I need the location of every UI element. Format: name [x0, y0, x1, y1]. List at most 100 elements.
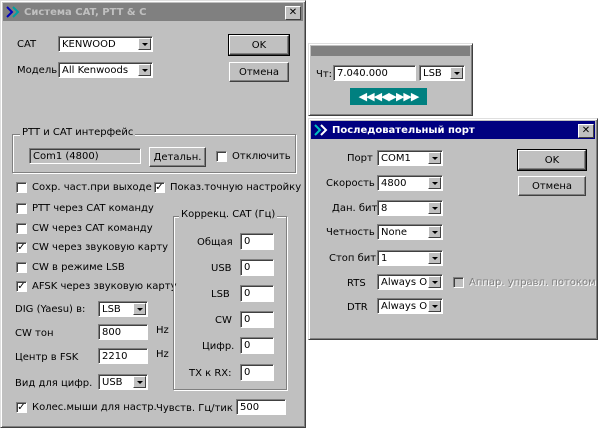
sensitivity-label: Чувств. Гц/тик	[156, 403, 233, 414]
digital-view-select[interactable]: USB	[98, 374, 148, 390]
cat-window-title: Система CAT, PTT & C	[24, 6, 147, 18]
databits-label: Дан. бит	[332, 203, 378, 214]
corr-general-input[interactable]: 0	[240, 233, 274, 250]
parity-label: Четность	[326, 227, 375, 238]
dig-select[interactable]: LSB	[98, 301, 148, 317]
tuning-arrows-icon[interactable]: ◀◀◀◀▶▶▶▶	[359, 90, 420, 103]
corr-usb-label: USB	[211, 263, 232, 274]
serial-port-window: Последовательный порт ✕ Порт COM1 Скорос…	[308, 118, 598, 340]
cat-ok-button[interactable]: OK	[228, 34, 290, 56]
disable-label: Отключить	[232, 151, 291, 162]
chevron-down-icon[interactable]	[428, 300, 441, 312]
ptt-cat-checkbox[interactable]	[16, 203, 27, 214]
chevron-down-icon[interactable]	[450, 67, 463, 79]
cw-lsb-label: CW в режиме LSB	[32, 262, 125, 273]
speed-select[interactable]: 4800	[377, 175, 443, 191]
show-tuning-label: Показ.точную настройку	[170, 182, 302, 193]
mode-select[interactable]: LSB	[419, 65, 465, 81]
serial-port-close-button[interactable]: ✕	[578, 124, 594, 138]
hardware-flow-checkbox[interactable]	[453, 277, 464, 288]
fsk-center-value: 2210	[102, 351, 128, 362]
tuning-arrows[interactable]: ◀◀◀◀▶▶▶▶	[350, 88, 427, 105]
stopbits-select-value: 1	[381, 253, 388, 264]
frequency-window-titlebar[interactable]	[311, 46, 470, 56]
rts-select[interactable]: Always On	[377, 274, 443, 290]
cat-ok-label: OK	[251, 39, 267, 51]
afsk-soundcard-checkbox[interactable]: ✓	[16, 281, 27, 292]
serial-cancel-label: Отмена	[531, 180, 573, 192]
corr-digital-label: Цифр.	[202, 341, 235, 352]
app-icon	[6, 6, 20, 18]
parity-select[interactable]: None	[377, 224, 443, 240]
chevron-down-icon[interactable]	[428, 177, 441, 189]
afsk-soundcard-label: AFSK через звуковую карту	[32, 281, 177, 292]
model-select[interactable]: All Kenwoods	[58, 62, 153, 78]
corr-lsb-value: 0	[244, 288, 251, 299]
save-freq-label: Сохр. част.при выходе	[32, 182, 152, 193]
corr-cw-label: CW	[215, 315, 232, 326]
chevron-down-icon[interactable]	[133, 303, 146, 315]
port-display-value: Com1 (4800)	[33, 151, 99, 162]
serial-port-title: Последовательный порт	[332, 124, 475, 136]
cat-cancel-button[interactable]: Отмена	[229, 62, 289, 82]
ptt-cat-label: PTT через CAT команду	[32, 203, 154, 214]
details-button-label: Детальн.	[153, 151, 202, 163]
chevron-down-icon[interactable]	[138, 64, 151, 76]
cw-cat-checkbox[interactable]	[16, 223, 27, 234]
stopbits-select[interactable]: 1	[377, 250, 443, 266]
disable-checkbox[interactable]	[216, 151, 227, 162]
details-button[interactable]: Детальн.	[149, 147, 206, 167]
sensitivity-input[interactable]: 500	[236, 399, 286, 415]
corr-cw-input[interactable]: 0	[240, 311, 274, 328]
corr-usb-value: 0	[244, 262, 251, 273]
corr-tx-rx-input[interactable]: 0	[240, 364, 274, 381]
databits-select[interactable]: 8	[377, 200, 443, 216]
dig-select-value: LSB	[102, 304, 121, 315]
chevron-down-icon[interactable]	[428, 252, 441, 264]
cat-select[interactable]: KENWOOD	[58, 36, 153, 52]
port-display: Com1 (4800)	[29, 148, 141, 164]
port-select[interactable]: COM1	[377, 150, 443, 166]
cw-lsb-checkbox[interactable]	[16, 262, 27, 273]
cw-soundcard-label: CW через звуковую карту	[32, 242, 169, 253]
cat-window-close-button[interactable]: ✕	[285, 6, 301, 20]
show-tuning-checkbox[interactable]: ✓	[154, 182, 165, 193]
serial-ok-button[interactable]: OK	[517, 149, 587, 171]
chevron-down-icon[interactable]	[428, 202, 441, 214]
speed-select-value: 4800	[381, 178, 407, 189]
cw-tone-input[interactable]: 800	[98, 324, 148, 340]
chevron-down-icon[interactable]	[428, 226, 441, 238]
digital-view-value: USB	[102, 377, 123, 388]
dig-label: DIG (Yaesu) в:	[15, 304, 86, 315]
hz-unit-label: Hz	[156, 349, 169, 360]
databits-select-value: 8	[381, 203, 388, 214]
corr-digital-input[interactable]: 0	[240, 337, 274, 354]
cw-soundcard-checkbox[interactable]: ✓	[16, 242, 27, 253]
app-icon	[314, 124, 328, 136]
cat-window-titlebar[interactable]: Система CAT, PTT & C	[3, 3, 303, 21]
port-label: Порт	[347, 153, 373, 164]
chevron-down-icon[interactable]	[428, 152, 441, 164]
chevron-down-icon[interactable]	[138, 38, 151, 50]
sensitivity-value: 500	[240, 402, 260, 413]
dtr-select[interactable]: Always On	[377, 298, 443, 314]
cat-correction-title: Коррекц. CAT (Гц)	[179, 209, 278, 220]
rts-label: RTS	[347, 278, 366, 289]
frequency-input[interactable]: 7.040.000	[333, 65, 416, 81]
cw-cat-label: CW через CAT команду	[32, 223, 153, 234]
chevron-down-icon[interactable]	[133, 376, 146, 388]
save-freq-checkbox[interactable]	[16, 182, 27, 193]
corr-general-value: 0	[244, 236, 251, 247]
cw-tone-label: CW тон	[15, 328, 54, 339]
cat-select-value: KENWOOD	[62, 39, 116, 50]
serial-cancel-button[interactable]: Отмена	[518, 176, 586, 196]
corr-lsb-input[interactable]: 0	[240, 285, 274, 302]
serial-port-titlebar[interactable]: Последовательный порт	[311, 121, 595, 139]
rts-select-value: Always On	[381, 277, 434, 288]
chevron-down-icon[interactable]	[428, 276, 441, 288]
corr-usb-input[interactable]: 0	[240, 259, 274, 276]
fsk-center-input[interactable]: 2210	[98, 348, 148, 364]
mouse-wheel-checkbox[interactable]: ✓	[16, 402, 27, 413]
dtr-label: DTR	[347, 302, 368, 313]
model-label: Модель	[17, 65, 58, 76]
